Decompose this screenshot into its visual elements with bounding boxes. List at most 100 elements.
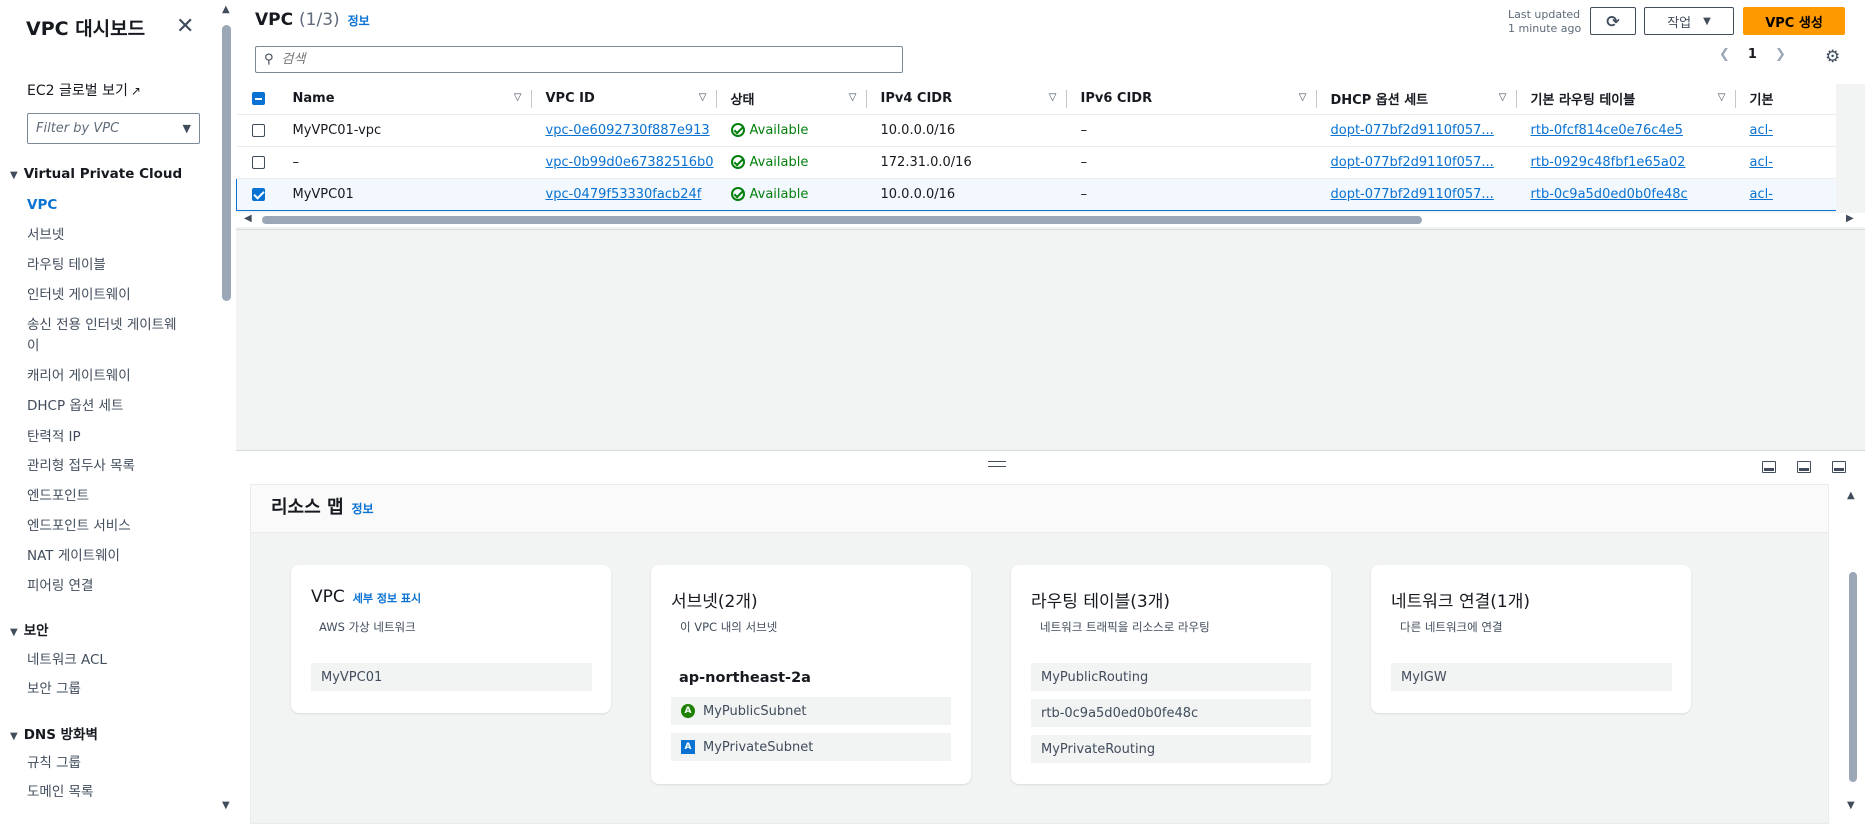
vpc-item[interactable]: MyVPC01	[311, 663, 592, 691]
scrollbar-thumb[interactable]	[222, 25, 231, 301]
split-panel-divider[interactable]	[236, 450, 1865, 484]
scrollbar-thumb[interactable]	[1849, 572, 1857, 782]
dhcp-link[interactable]: dopt-077bf2d9110f057...	[1331, 155, 1494, 170]
column-header-main-route-table[interactable]: 기본 라우팅 테이블 ▽	[1516, 84, 1736, 115]
route-table-item[interactable]: MyPrivateRouting	[1031, 735, 1311, 763]
column-header-dhcp[interactable]: DHCP 옵션 세트 ▽	[1316, 84, 1517, 115]
sort-icon[interactable]: ▽	[514, 92, 522, 103]
route-table-link[interactable]: rtb-0c9a5d0ed0b0fe48c	[1531, 187, 1688, 202]
network-connection-item[interactable]: MyIGW	[1391, 663, 1672, 691]
sidebar-item-rule-group[interactable]: 규칙 그룹	[27, 753, 187, 774]
sidebar-item-dhcp[interactable]: DHCP 옵션 세트	[27, 396, 187, 417]
sidebar-item-endpoint[interactable]: 엔드포인트	[27, 486, 187, 507]
sidebar-item-prefix-list[interactable]: 관리형 접두사 목록	[27, 456, 187, 477]
select-all-header[interactable]	[236, 84, 279, 115]
scroll-up-icon[interactable]: ▲	[222, 4, 230, 15]
details-vertical-scrollbar[interactable]: ▲ ▼	[1846, 484, 1860, 816]
sidebar-item-route-table[interactable]: 라우팅 테이블	[27, 255, 187, 276]
section-virtual-private-cloud[interactable]: ▼ Virtual Private Cloud	[10, 166, 182, 182]
column-header-name[interactable]: Name ▽	[278, 84, 532, 115]
acl-link[interactable]: acl-	[1750, 155, 1773, 170]
sort-icon[interactable]: ▽	[1049, 92, 1057, 103]
caret-down-icon: ▼	[10, 170, 18, 181]
dhcp-link[interactable]: dopt-077bf2d9110f057...	[1331, 123, 1494, 138]
sidebar-item-carrier-gateway[interactable]: 캐리어 게이트웨이	[27, 366, 187, 387]
sort-icon[interactable]: ▽	[1718, 92, 1726, 103]
sort-icon[interactable]: ▽	[699, 92, 707, 103]
scroll-left-icon[interactable]: ◀	[244, 213, 252, 224]
scroll-right-icon[interactable]: ▶	[1846, 213, 1854, 224]
row-select-cell[interactable]	[236, 146, 279, 179]
row-checkbox[interactable]	[251, 123, 265, 137]
scroll-up-icon[interactable]: ▲	[1847, 490, 1855, 501]
route-table-link[interactable]: rtb-0fcf814ce0e76c4e5	[1531, 123, 1683, 138]
scroll-down-icon[interactable]: ▼	[222, 800, 230, 811]
section-dns-firewall[interactable]: ▼ DNS 방화벽	[10, 723, 98, 743]
row-checkbox[interactable]	[252, 187, 265, 201]
vpc-id-link[interactable]: vpc-0b99d0e67382516b0	[546, 155, 714, 170]
sidebar-item-domain-list[interactable]: 도메인 목록	[27, 782, 187, 803]
sort-icon[interactable]: ▽	[1299, 92, 1307, 103]
drag-handle-icon[interactable]	[988, 461, 1006, 467]
info-link[interactable]: 정보	[348, 14, 370, 28]
dhcp-link[interactable]: dopt-077bf2d9110f057...	[1331, 187, 1494, 202]
gear-icon[interactable]: ⚙	[1825, 47, 1840, 67]
column-header-status[interactable]: 상태 ▽	[716, 84, 867, 115]
close-icon[interactable]: ✕	[176, 14, 194, 39]
sidebar-item-elastic-ip[interactable]: 탄력적 IP	[27, 427, 187, 448]
column-header-ipv6[interactable]: IPv6 CIDR ▽	[1066, 84, 1317, 115]
sidebar-item-network-acl[interactable]: 네트워크 ACL	[27, 650, 187, 671]
show-details-link[interactable]: 세부 정보 표시	[353, 592, 421, 605]
row-select-cell[interactable]	[236, 177, 279, 211]
sidebar-item-nat-gateway[interactable]: NAT 게이트웨이	[27, 546, 187, 567]
refresh-icon: ⟳	[1606, 11, 1620, 31]
layout-bottom-icon[interactable]	[1762, 461, 1776, 473]
create-vpc-button[interactable]: VPC 생성	[1743, 7, 1845, 35]
route-table-item[interactable]: rtb-0c9a5d0ed0b0fe48c	[1031, 699, 1311, 727]
refresh-button[interactable]: ⟳	[1590, 7, 1636, 35]
vpc-id-link[interactable]: vpc-0479f53330facb24f	[546, 187, 702, 202]
search-input[interactable]	[281, 52, 882, 67]
table-row[interactable]: MyVPC01 vpc-0479f53330facb24f Available …	[236, 177, 1836, 211]
search-field[interactable]: ⚲	[255, 46, 903, 73]
column-header-vpc-id[interactable]: VPC ID ▽	[531, 84, 717, 115]
layout-side-icon[interactable]	[1797, 461, 1811, 473]
row-select-cell[interactable]	[236, 114, 279, 147]
table-row[interactable]: – vpc-0b99d0e67382516b0 Available 172.31…	[236, 146, 1836, 179]
ec2-global-view-link[interactable]: EC2 글로벌 보기 ↗	[27, 80, 141, 100]
actions-dropdown-button[interactable]: 작업 ▼	[1644, 7, 1734, 35]
sidebar-scrollbar[interactable]: ▲ ▼	[220, 0, 236, 816]
sidebar-item-subnet[interactable]: 서브넷	[27, 225, 187, 246]
current-page[interactable]: 1	[1748, 47, 1757, 62]
prev-page-icon[interactable]: ❮	[1719, 47, 1730, 62]
cell-vpc-id: vpc-0b99d0e67382516b0	[531, 146, 717, 179]
vpc-filter-select[interactable]: Filter by VPC ▼	[27, 113, 200, 144]
acl-link[interactable]: acl-	[1750, 123, 1773, 138]
subnet-item-private[interactable]: A MyPrivateSubnet	[671, 733, 951, 761]
subnet-item-public[interactable]: A MyPublicSubnet	[671, 697, 951, 725]
layout-full-icon[interactable]	[1832, 461, 1846, 473]
sidebar-item-vpc[interactable]: VPC	[27, 195, 187, 216]
vpc-id-link[interactable]: vpc-0e6092730f887e913	[546, 123, 710, 138]
scrollbar-thumb[interactable]	[262, 216, 1422, 224]
column-header-ipv4[interactable]: IPv4 CIDR ▽	[866, 84, 1067, 115]
section-security[interactable]: ▼ 보안	[10, 619, 49, 639]
sidebar-item-internet-gateway[interactable]: 인터넷 게이트웨이	[27, 285, 187, 306]
scroll-down-icon[interactable]: ▼	[1847, 800, 1855, 811]
route-table-item[interactable]: MyPublicRouting	[1031, 663, 1311, 691]
sort-icon[interactable]: ▽	[849, 92, 857, 103]
sidebar-item-endpoint-service[interactable]: 엔드포인트 서비스	[27, 516, 187, 537]
table-row[interactable]: MyVPC01-vpc vpc-0e6092730f887e913 Availa…	[236, 114, 1836, 147]
table-horizontal-scrollbar[interactable]: ◀ ▶	[236, 213, 1865, 227]
column-header-main-acl[interactable]: 기본	[1735, 84, 1836, 115]
next-page-icon[interactable]: ❯	[1775, 47, 1786, 62]
sidebar-item-security-group[interactable]: 보안 그룹	[27, 679, 187, 700]
route-tables-card-subtitle: 네트워크 트래픽을 리소스로 라우팅	[1040, 620, 1210, 634]
sort-icon[interactable]: ▽	[1499, 92, 1507, 103]
route-table-link[interactable]: rtb-0929c48fbf1e65a02	[1531, 155, 1686, 170]
select-all-checkbox[interactable]	[251, 92, 265, 106]
sidebar-item-peering[interactable]: 피어링 연결	[27, 576, 187, 597]
sidebar-item-egress-gateway[interactable]: 송신 전용 인터넷 게이트웨이	[27, 315, 187, 357]
row-checkbox[interactable]	[251, 155, 265, 169]
acl-link[interactable]: acl-	[1750, 187, 1773, 202]
